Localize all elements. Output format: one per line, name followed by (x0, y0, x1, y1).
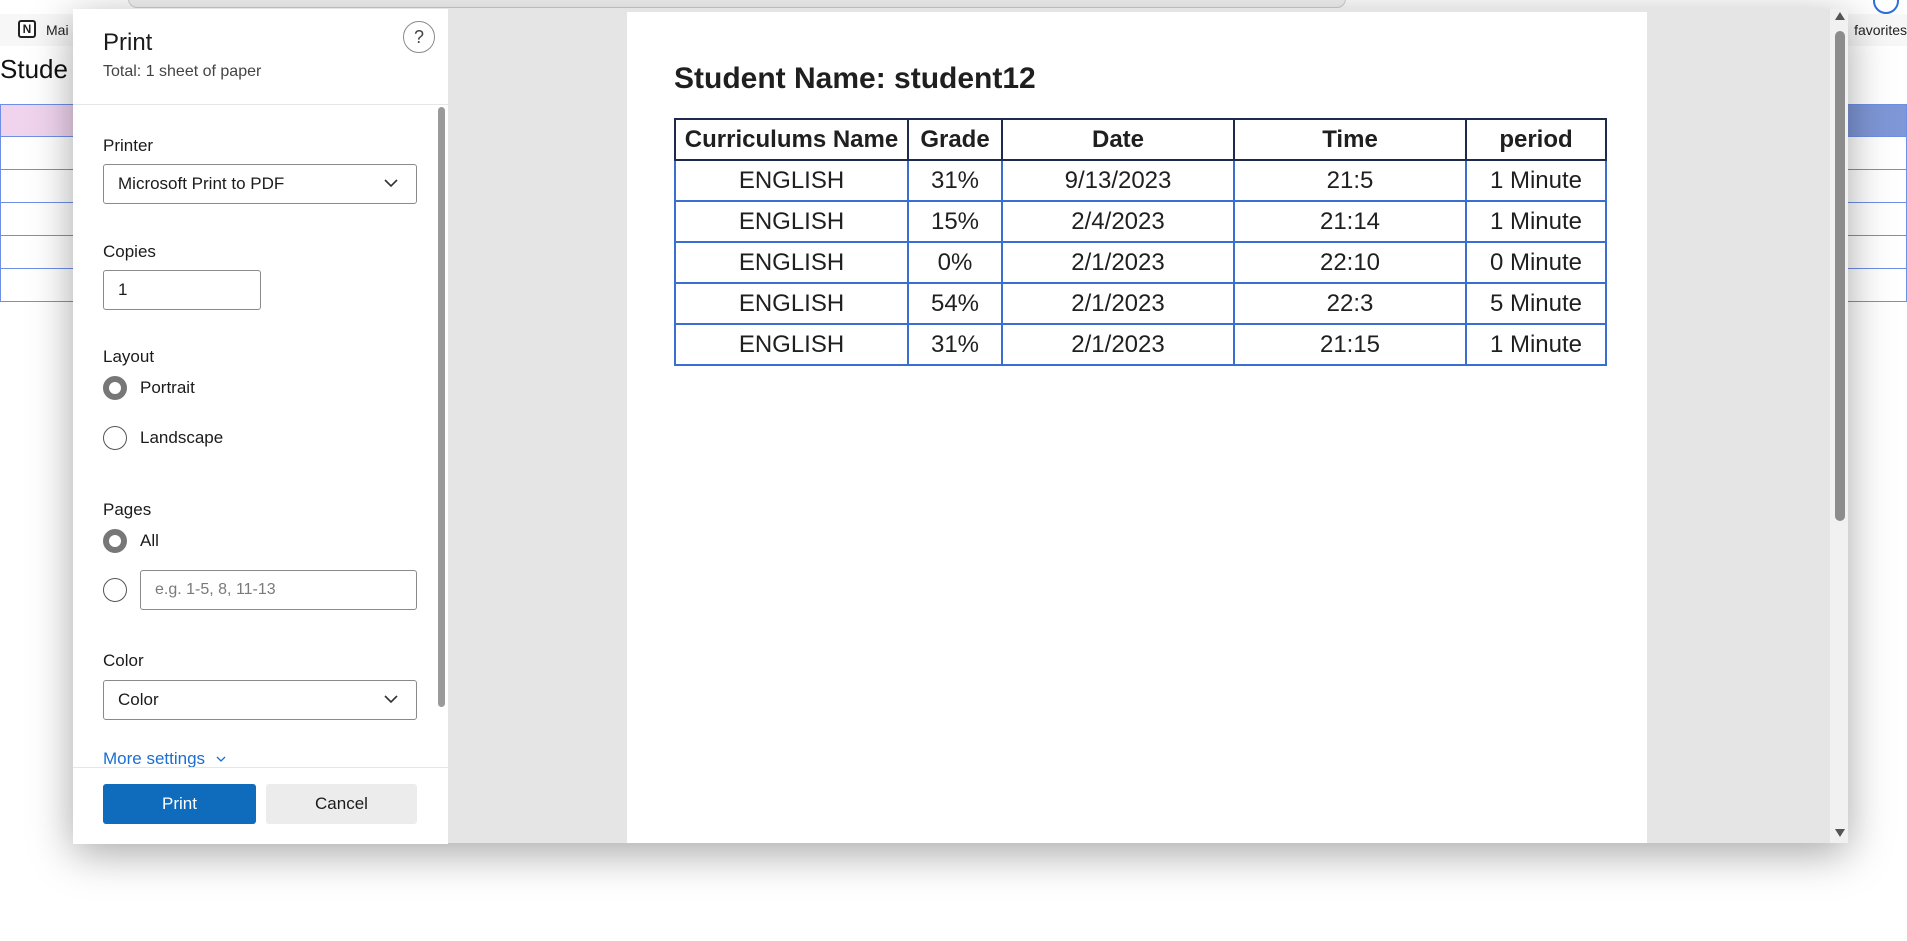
pages-all-radio[interactable] (103, 529, 127, 553)
table-cell: 1 Minute (1465, 200, 1607, 243)
portrait-label[interactable]: Portrait (140, 378, 195, 398)
table-cell: 21:5 (1233, 159, 1467, 202)
table-row (0, 269, 74, 302)
divider (73, 104, 448, 105)
table-row (1846, 170, 1907, 203)
printer-select-value: Microsoft Print to PDF (118, 174, 285, 193)
help-button[interactable]: ? (403, 21, 435, 53)
table-row (1846, 269, 1907, 302)
printer-select[interactable]: Microsoft Print to PDF (103, 164, 417, 204)
column-header: Date (1001, 118, 1235, 161)
column-header: period (1465, 118, 1607, 161)
pages-all-label[interactable]: All (140, 531, 159, 551)
chevron-down-icon (384, 695, 398, 704)
page-heading-partial: Stude (0, 54, 68, 84)
table-cell: ENGLISH (674, 282, 909, 325)
table-header-row: Curriculums Name Grade Date Time period (674, 118, 1607, 161)
more-settings-label[interactable]: More settings (103, 749, 205, 768)
pages-label: Pages (103, 500, 152, 519)
table-cell: 1 Minute (1465, 159, 1607, 202)
table-row (1846, 236, 1907, 269)
table-cell: 22:3 (1233, 282, 1467, 325)
table-row: ENGLISH 0% 2/1/2023 22:10 0 Minute (674, 241, 1607, 284)
table-cell: 2/1/2023 (1001, 241, 1235, 284)
table-cell: 21:14 (1233, 200, 1467, 243)
pages-custom-radio[interactable] (103, 578, 127, 602)
table-cell: 2/1/2023 (1001, 323, 1235, 366)
color-select[interactable]: Color (103, 680, 417, 720)
table-cell: 2/1/2023 (1001, 282, 1235, 325)
table-cell: 22:10 (1233, 241, 1467, 284)
more-settings-link[interactable]: More settings (103, 749, 226, 769)
table-cell: ENGLISH (674, 323, 909, 366)
scroll-up-arrow-icon[interactable] (1835, 12, 1845, 20)
background-table-right (1846, 104, 1907, 302)
chevron-down-icon (216, 756, 226, 762)
table-cell: ENGLISH (674, 200, 909, 243)
table-row: ENGLISH 15% 2/4/2023 21:14 1 Minute (674, 200, 1607, 243)
table-cell: 0% (907, 241, 1003, 284)
table-cell: 21:15 (1233, 323, 1467, 366)
bookmark-label[interactable]: Mai (46, 22, 69, 38)
print-button[interactable]: Print (103, 784, 256, 824)
table-cell: 2/4/2023 (1001, 200, 1235, 243)
dialog-title: Print (103, 29, 153, 56)
table-cell: ENGLISH (674, 159, 909, 202)
table-row (1846, 137, 1907, 170)
printer-label: Printer (103, 136, 154, 155)
scroll-down-arrow-icon[interactable] (1835, 829, 1845, 837)
column-header: Curriculums Name (674, 118, 909, 161)
pages-range-input[interactable]: e.g. 1-5, 8, 11-13 (140, 570, 417, 610)
column-header: Grade (907, 118, 1003, 161)
copies-input[interactable]: 1 (103, 270, 261, 310)
copilot-icon[interactable] (1873, 0, 1899, 14)
landscape-radio[interactable] (103, 426, 127, 450)
settings-scrollbar[interactable] (438, 107, 445, 707)
chevron-down-icon (384, 179, 398, 188)
table-row: ENGLISH 54% 2/1/2023 22:3 5 Minute (674, 282, 1607, 325)
table-cell: 31% (907, 159, 1003, 202)
layout-label: Layout (103, 347, 155, 366)
preview-scrollbar-thumb[interactable] (1835, 31, 1845, 521)
table-cell: 15% (907, 200, 1003, 243)
table-row (0, 137, 74, 170)
table-cell: 31% (907, 323, 1003, 366)
grades-table: Curriculums Name Grade Date Time period … (674, 118, 1607, 366)
table-row (0, 170, 74, 203)
table-row (0, 236, 74, 269)
table-row: ENGLISH 31% 2/1/2023 21:15 1 Minute (674, 323, 1607, 366)
notion-icon[interactable]: N (18, 20, 36, 38)
landscape-label[interactable]: Landscape (140, 428, 223, 448)
table-cell: 54% (907, 282, 1003, 325)
address-bar[interactable] (128, 0, 1346, 8)
sheet-count: Total: 1 sheet of paper (103, 63, 262, 80)
table-row (1846, 203, 1907, 236)
print-dialog: Print Total: 1 sheet of paper ? Printer … (73, 9, 1848, 844)
student-name-heading: Student Name: student12 (674, 62, 1036, 95)
cancel-button[interactable]: Cancel (266, 784, 417, 824)
favorites-label[interactable]: favorites (1854, 22, 1907, 38)
copies-label: Copies (103, 242, 156, 261)
dialog-footer: Print Cancel (73, 767, 448, 844)
table-cell: 1 Minute (1465, 323, 1607, 366)
color-label: Color (103, 651, 144, 670)
print-preview-page: Student Name: student12 Curriculums Name… (627, 12, 1647, 843)
portrait-radio[interactable] (103, 376, 127, 400)
background-table-left (0, 104, 74, 302)
table-row (0, 104, 74, 137)
table-cell: 9/13/2023 (1001, 159, 1235, 202)
column-header: Time (1233, 118, 1467, 161)
table-cell: 0 Minute (1465, 241, 1607, 284)
table-cell: ENGLISH (674, 241, 909, 284)
print-settings-panel: Print Total: 1 sheet of paper ? Printer … (73, 9, 448, 844)
color-select-value: Color (118, 690, 159, 709)
table-row (1846, 104, 1907, 137)
table-row: ENGLISH 31% 9/13/2023 21:5 1 Minute (674, 159, 1607, 202)
table-row (0, 203, 74, 236)
table-cell: 5 Minute (1465, 282, 1607, 325)
